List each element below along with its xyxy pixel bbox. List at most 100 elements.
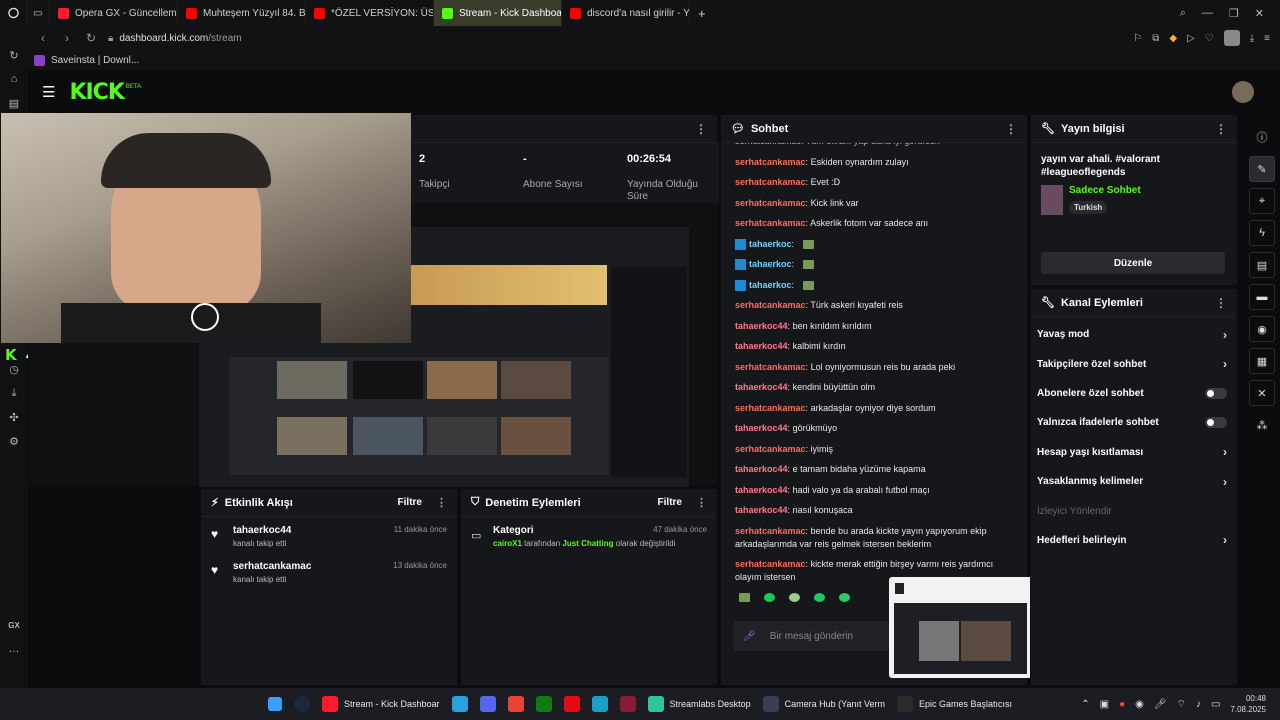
toggle-switch[interactable] — [1205, 387, 1227, 399]
note-icon[interactable]: ▤ — [1249, 252, 1275, 278]
taskbar-app[interactable]: Camera Hub (Yanıt Verm — [757, 688, 891, 720]
channel-actions-menu-icon[interactable]: ⋮ — [1215, 296, 1227, 310]
preview-menu-icon[interactable]: ⋮ — [695, 122, 707, 136]
bookmark-item[interactable]: Saveinsta | Downl... — [51, 55, 139, 66]
snapshot-icon[interactable]: ⧉ — [1152, 33, 1159, 44]
mic-icon[interactable]: 🎤︎ — [1154, 699, 1167, 710]
tray-app-icon[interactable]: ▣ — [1100, 699, 1109, 710]
browser-tab[interactable]: Opera GX - Güncelleme t — [50, 0, 178, 26]
channel-action-row[interactable]: Abonelere özel sohbet — [1031, 379, 1237, 408]
taskbar-pinned-app[interactable] — [558, 688, 586, 720]
steam-icon[interactable] — [288, 688, 316, 720]
taskbar-pinned-app[interactable] — [502, 688, 530, 720]
chat-username[interactable]: serhatcankamac — [735, 526, 806, 536]
chat-username[interactable]: tahaerkoc44 — [735, 382, 788, 392]
nodes-icon[interactable]: ⁂ — [1249, 412, 1275, 438]
moderation-actor[interactable]: cairoX1 — [493, 539, 522, 548]
activity-user[interactable]: tahaerkoc44 — [233, 525, 291, 536]
heart-icon[interactable]: ♡ — [1205, 33, 1214, 44]
maximize-icon[interactable]: ❐ — [1229, 7, 1239, 20]
taskbar-pinned-app[interactable] — [614, 688, 642, 720]
chat-username[interactable]: tahaerkoc44 — [735, 321, 788, 331]
chat-username[interactable]: serhatcankamac — [735, 403, 806, 413]
emote-icon[interactable] — [739, 592, 750, 602]
chat-icon[interactable]: ▬ — [1249, 284, 1275, 310]
chat-username[interactable]: serhatcankamac — [735, 198, 806, 208]
chat-username[interactable]: serhatcankamac — [735, 177, 806, 187]
start-button[interactable] — [262, 688, 288, 720]
user-avatar[interactable] — [1232, 81, 1254, 103]
wifi-icon[interactable]: ⌔ — [1177, 698, 1186, 711]
stream-category[interactable]: Sadece Sohbet — [1069, 185, 1141, 196]
chat-username[interactable]: serhatcankamac — [735, 300, 806, 310]
tray-opera-icon[interactable]: ● — [1119, 699, 1125, 710]
shield-icon[interactable]: ◆ — [1169, 33, 1177, 44]
emote-icon[interactable] — [839, 592, 850, 602]
chat-username[interactable]: serhatcankamac — [735, 218, 806, 228]
taskbar-app[interactable]: Epic Games Başlatıcısı — [891, 688, 1018, 720]
forward-icon[interactable]: › — [58, 29, 76, 47]
hamburger-icon[interactable]: ☰ — [42, 83, 55, 101]
chat-username[interactable]: tahaerkoc44 — [735, 505, 788, 515]
browser-tab[interactable]: Muhteşem Yüzyıl 84. Bölü — [178, 0, 306, 26]
chat-username[interactable]: tahaerkoc44 — [735, 464, 788, 474]
taskbar-pinned-app[interactable] — [530, 688, 558, 720]
pinboard-icon[interactable]: ▤ — [7, 96, 21, 110]
profile-avatar[interactable] — [1223, 30, 1240, 46]
stream-tag[interactable]: Turkish — [1069, 201, 1108, 214]
channel-action-row[interactable]: Hesap yaşı kısıtlaması › — [1031, 438, 1237, 467]
taskbar-app[interactable]: Streamlabs Desktop — [642, 688, 757, 720]
taskbar-thumbnail-preview[interactable] — [889, 577, 1032, 678]
moderation-category[interactable]: Just Chatting — [562, 539, 613, 548]
emote-icon[interactable] — [814, 592, 825, 602]
taskbar-pinned-app[interactable] — [446, 688, 474, 720]
minimize-icon[interactable]: — — [1202, 7, 1213, 20]
channel-action-row[interactable]: Yavaş mod › — [1031, 320, 1237, 349]
channel-action-row[interactable]: Takipçilere özel sohbet › — [1031, 349, 1237, 378]
volume-icon[interactable]: ♪ — [1196, 699, 1201, 710]
play-icon[interactable]: ▷ — [1187, 33, 1195, 44]
activity-filter-button[interactable]: Filtre — [398, 497, 422, 508]
bookmark-icon[interactable]: ⚐ — [1133, 33, 1142, 44]
activity-menu-icon[interactable]: ⋮ — [436, 496, 447, 509]
url-field[interactable]: 🔒︎ dashboard.kick.com/stream — [108, 33, 242, 44]
chat-input[interactable]: 🎤︎ Bir mesaj gönderin — [733, 621, 893, 651]
kick-logo[interactable]: KICK — [69, 80, 124, 105]
back-icon[interactable]: ‹ — [34, 29, 52, 47]
close-icon[interactable]: ✕ — [1255, 7, 1264, 20]
toggle-switch[interactable] — [1205, 417, 1227, 429]
browser-tab[interactable]: *ÖZEL VERSİYON: ÜST K — [306, 0, 434, 26]
reload-icon[interactable]: ↻ — [82, 29, 100, 47]
channel-action-row[interactable]: Yasaklanmış kelimeler › — [1031, 467, 1237, 496]
search-icon[interactable]: ⌕ — [1180, 7, 1186, 20]
emote-icon[interactable] — [764, 592, 775, 602]
edit-button[interactable]: Düzenle — [1041, 252, 1225, 274]
chat-username[interactable]: serhatcankamac — [735, 362, 806, 372]
pencil-icon[interactable]: ✎ — [1249, 156, 1275, 182]
broadcast-icon[interactable]: ◉ — [1249, 316, 1275, 342]
download-icon[interactable]: ⤓ — [1250, 33, 1254, 44]
activity-user[interactable]: serhatcankamac — [233, 561, 311, 572]
chat-menu-icon[interactable]: ⋮ — [1005, 122, 1017, 136]
taskbar-pinned-app[interactable] — [474, 688, 502, 720]
chat-username[interactable]: tahaerkoc — [749, 259, 792, 269]
chat-username[interactable]: serhatcankamac — [735, 559, 806, 569]
taskbar-pinned-app[interactable] — [586, 688, 614, 720]
focus-icon[interactable]: ⌖ — [1249, 188, 1275, 214]
tray-steam-icon[interactable]: ◉ — [1135, 699, 1144, 710]
chat-username[interactable]: tahaerkoc44 — [735, 341, 788, 351]
chat-username[interactable]: tahaerkoc — [749, 280, 792, 290]
opera-menu-icon[interactable] — [0, 0, 28, 26]
clock[interactable]: 00:48 7.08.2025 — [1230, 693, 1266, 715]
history-icon[interactable]: ↻ — [7, 48, 21, 62]
channel-action-row[interactable]: Hedefleri belirleyin › — [1031, 526, 1237, 555]
mic-icon[interactable]: 🎤︎ — [743, 631, 756, 642]
chat-username[interactable]: tahaerkoc44 — [735, 485, 788, 495]
extension-icon[interactable]: ⌂ — [7, 72, 21, 86]
new-tab-button[interactable]: + — [690, 0, 714, 26]
chat-username[interactable]: serhatcankamac — [735, 444, 806, 454]
emote-icon[interactable] — [789, 592, 800, 602]
chat-username[interactable]: tahaerkoc — [749, 239, 792, 249]
channel-action-row[interactable]: Yalnızca ifadelerle sohbet — [1031, 408, 1237, 437]
wrench-icon[interactable]: ✕ — [1249, 380, 1275, 406]
